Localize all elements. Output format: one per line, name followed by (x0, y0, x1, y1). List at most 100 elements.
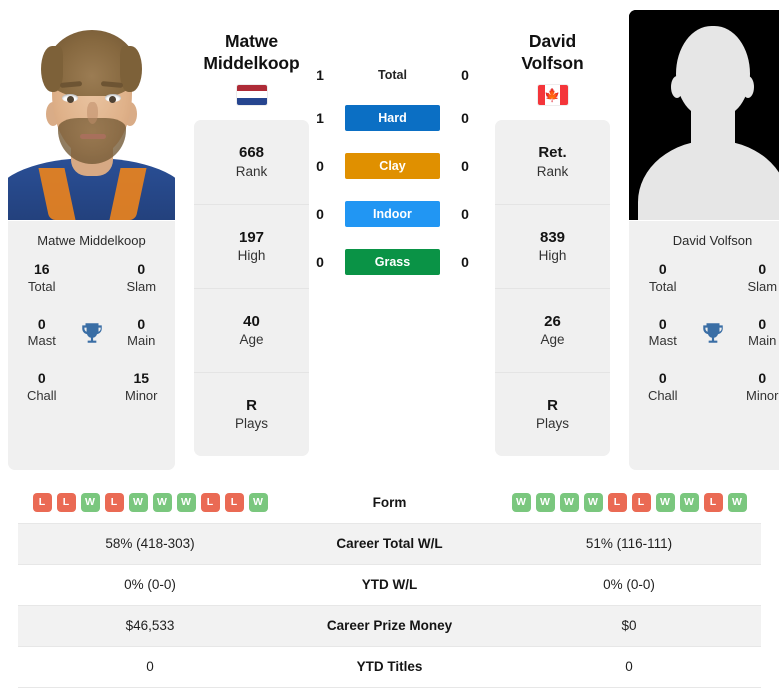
h2h-right-score: 0 (461, 254, 469, 270)
value: 16 (33, 261, 50, 277)
row-label-cell: Career Total W/L (336, 536, 443, 551)
form-chip-win: W (80, 492, 100, 512)
left-titles-card: Matwe Middelkoop 16 Total 0 Slam 0 Mast (8, 221, 175, 470)
h2h-surface-label-total: Total (378, 68, 407, 82)
value: R (246, 396, 257, 414)
form-chip-loss: L (200, 492, 220, 512)
h2h-row-indoor: 0 Indoor 0 (309, 201, 476, 227)
left-value-cell: 58% (418-303) (105, 536, 195, 551)
right-value-cell: 0% (0-0) (603, 577, 655, 592)
form-chip-win: W (559, 492, 579, 512)
right-titles-main: 0 Main (735, 316, 779, 351)
left-value-cell: LLWLWWWLLW (18, 482, 282, 523)
value: 0 (658, 261, 667, 277)
right-titles-card: David Volfson 0 Total 0 Slam 0 Mast 0 Ma… (629, 221, 779, 470)
h2h-row-total: 1 Total 0 (309, 67, 476, 83)
right-value-cell: $0 (621, 618, 637, 633)
left-plays-cell: R Plays (194, 372, 309, 456)
maple-leaf-icon: 🍁 (544, 87, 561, 103)
label: High (237, 248, 266, 264)
form-chip-loss: L (104, 492, 124, 512)
h2h-right-score: 0 (461, 67, 469, 83)
flag-netherlands-icon (236, 84, 267, 105)
h2h-right-score: 0 (461, 158, 469, 174)
table-row: L L W L W W W L L W Form W W W W L L W W L W (18, 482, 761, 523)
form-chip-win: W (248, 492, 268, 512)
label: Mast (648, 333, 677, 349)
value: 0 (658, 370, 667, 387)
form-chip-win: W (511, 492, 531, 512)
right-player-first-name: David (528, 31, 577, 51)
left-age-cell: 40 Age (194, 288, 309, 372)
label: Plays (234, 416, 268, 432)
silhouette-placeholder-icon (629, 10, 779, 220)
label: Age (239, 332, 264, 348)
right-player-photo[interactable] (629, 10, 779, 220)
label: Chall (647, 387, 678, 403)
table-row: 0% (0-0) YTD W/L 0% (0-0) (18, 564, 761, 605)
comparison-header-area: Matwe Middelkoop 16 Total 0 Slam 0 Mast (0, 0, 779, 470)
label: Minor (124, 387, 158, 403)
left-titles-total: 16 Total (14, 261, 70, 296)
value: R (547, 396, 558, 414)
left-titles-mast: 0 Mast (14, 316, 70, 351)
form-chip-loss: L (631, 492, 651, 512)
value: 0 (758, 315, 767, 332)
h2h-left-score: 0 (316, 206, 324, 222)
left-rank-column: Matwe Middelkoop 668 Rank 197 High 40 Ag… (194, 10, 309, 456)
form-chip-win: W (583, 492, 603, 512)
table-row: $46,533 Career Prize Money $0 (18, 605, 761, 646)
right-high-cell: 839 High (495, 204, 610, 288)
h2h-surface-label-clay[interactable]: Clay (345, 153, 440, 179)
left-player-last-name: Middelkoop (203, 53, 300, 74)
h2h-left-score: 0 (316, 254, 324, 270)
player-comparison-page: Matwe Middelkoop 16 Total 0 Slam 0 Mast (0, 0, 779, 699)
right-player-name-caption: David Volfson (672, 233, 753, 248)
right-player-column: David Volfson 0 Total 0 Slam 0 Mast 0 Ma… (629, 10, 779, 470)
value: 40 (243, 312, 260, 330)
portrait-illustration (8, 10, 175, 220)
left-titles-main: 0 Main (114, 316, 170, 351)
h2h-surface-label-hard[interactable]: Hard (345, 105, 440, 131)
label: Slam (126, 278, 157, 294)
label: Main (127, 333, 156, 349)
value: 0 (137, 315, 146, 332)
form-chip-loss: L (607, 492, 627, 512)
left-rank-card: 668 Rank 197 High 40 Age R Plays (194, 120, 309, 456)
right-titles-total: 0 Total (635, 261, 691, 296)
h2h-left-score: 1 (316, 67, 324, 83)
comparison-table: L L W L W W W L L W Form W W W W L L W W L W 58% (418-303) Car… (18, 482, 761, 688)
h2h-surface-label-grass[interactable]: Grass (345, 249, 440, 275)
h2h-surface-label-indoor[interactable]: Indoor (345, 201, 440, 227)
h2h-right-score: 0 (461, 206, 469, 222)
left-rank-cell: 668 Rank (194, 120, 309, 204)
right-titles-slam: 0 Slam (735, 261, 779, 296)
left-value-cell: 0 (146, 659, 154, 674)
label: Minor (745, 387, 779, 403)
form-chip-loss: L (32, 492, 52, 512)
h2h-right-score: 0 (461, 110, 469, 126)
form-chip-loss: L (56, 492, 76, 512)
value: 0 (758, 370, 767, 387)
left-player-name-block: Matwe Middelkoop (194, 10, 309, 120)
trophy-icon (70, 320, 114, 346)
left-player-photo[interactable] (8, 10, 175, 220)
value: Ret. (538, 144, 567, 162)
right-value-cell: WWWWLLWWLW (497, 482, 761, 523)
left-titles-slam: 0 Slam (114, 261, 170, 296)
left-value-cell: 0% (0-0) (124, 577, 176, 592)
trophy-icon (691, 320, 735, 346)
label: Plays (535, 416, 569, 432)
h2h-row-grass: 0 Grass 0 (309, 249, 476, 275)
right-rank-column: David Volfson 🍁 Ret. Rank 839 High 26 Ag… (495, 10, 610, 456)
right-value-cell: 0 (625, 659, 633, 674)
label: Rank (235, 163, 268, 179)
right-titles-grid: 0 Total 0 Slam 0 Mast 0 Main 0 Chall 0 M… (635, 261, 779, 405)
right-value-cell: 51% (116-111) (585, 536, 673, 551)
form-chip-win: W (535, 492, 555, 512)
label: Rank (536, 163, 569, 179)
form-chip-win: W (727, 492, 747, 512)
form-chip-win: W (655, 492, 675, 512)
right-player-last-name: Volfson (521, 53, 584, 74)
table-row: 0 YTD Titles 0 (18, 646, 761, 687)
